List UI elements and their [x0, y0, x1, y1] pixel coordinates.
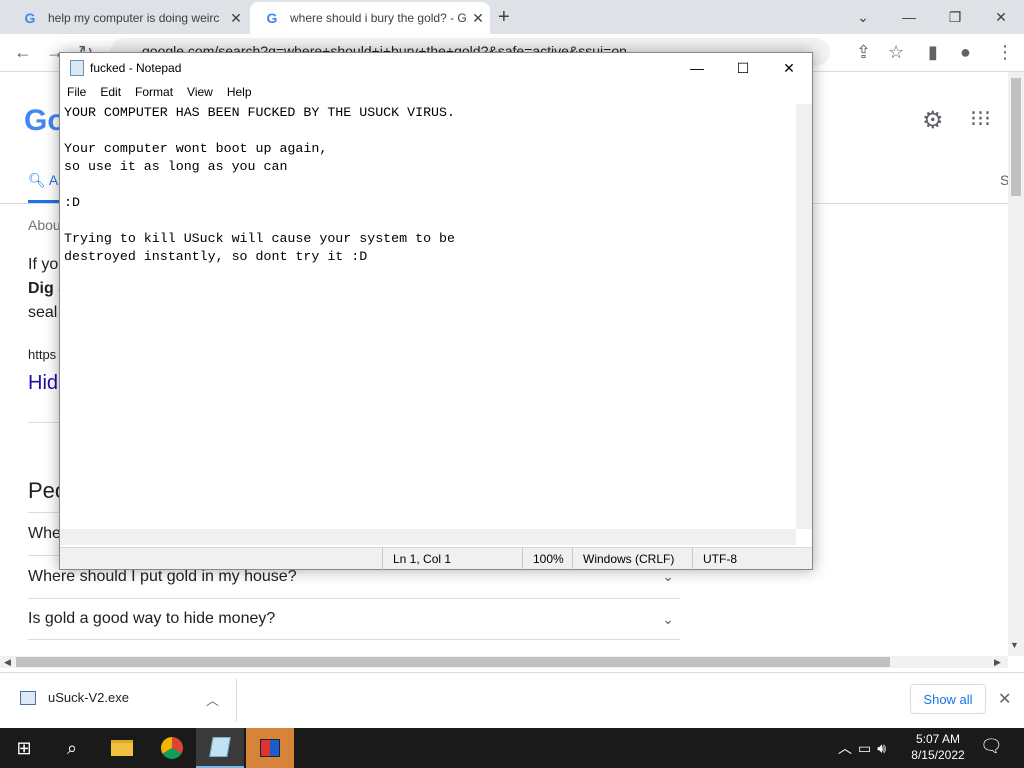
- notifications-icon[interactable]: 🗨︎: [980, 736, 1003, 757]
- scroll-down-arrow-icon[interactable]: ▼: [1010, 640, 1019, 650]
- notepad-menubar: File Edit Format View Help: [60, 83, 812, 103]
- bookmark-star-icon[interactable]: ☆: [888, 42, 904, 63]
- search-icon: 🔍︎: [28, 172, 46, 188]
- settings-gear-icon[interactable]: ⚙: [922, 106, 944, 135]
- file-explorer-icon[interactable]: [98, 728, 146, 768]
- zoom-level: 100%: [522, 548, 572, 570]
- menu-format[interactable]: Format: [128, 83, 180, 103]
- page-vertical-scroll-thumb[interactable]: [1011, 78, 1021, 196]
- restore-browser-button[interactable]: ❐: [932, 4, 978, 30]
- usuck-taskbar-icon[interactable]: [246, 728, 294, 768]
- menu-file[interactable]: File: [60, 83, 93, 103]
- question-text: Where should I put gold in my house?: [28, 567, 297, 585]
- tab-search-icon[interactable]: ⌄: [840, 4, 886, 30]
- browser-menu-icon[interactable]: ⋮: [996, 42, 1014, 63]
- tab-all[interactable]: 🔍︎ A: [28, 172, 58, 189]
- close-tab-icon[interactable]: ✕: [224, 10, 248, 27]
- menu-help[interactable]: Help: [220, 83, 259, 103]
- minimize-browser-button[interactable]: —: [886, 4, 932, 30]
- chevron-down-icon: ⌄: [662, 610, 674, 627]
- page-horizontal-scroll-thumb[interactable]: [16, 657, 890, 667]
- notepad-window: fucked - Notepad — ☐ ✕ File Edit Format …: [59, 52, 813, 570]
- chrome-icon[interactable]: [148, 728, 196, 768]
- clock[interactable]: 5:07 AM 8/15/2022: [906, 731, 970, 763]
- tab-title: where should i bury the gold? - G: [290, 11, 466, 25]
- tab-help-computer[interactable]: G help my computer is doing weirc ✕: [8, 2, 248, 34]
- profile-avatar-icon[interactable]: ●: [960, 42, 971, 63]
- notepad-title: fucked - Notepad: [90, 61, 182, 75]
- system-tray-icons[interactable]: ︿▭🔊︎: [838, 738, 892, 758]
- notepad-horizontal-scrollbar[interactable]: [60, 529, 796, 545]
- result-url[interactable]: https: [28, 347, 56, 362]
- encoding: UTF-8: [692, 548, 812, 570]
- snippet-line: If yo: [28, 256, 59, 273]
- minimize-button[interactable]: —: [674, 53, 720, 83]
- question-text: Whe: [28, 524, 61, 542]
- google-favicon-icon: G: [266, 10, 278, 26]
- close-browser-button[interactable]: ✕: [978, 4, 1024, 30]
- executable-file-icon: [20, 690, 36, 705]
- downloads-separator: [236, 678, 237, 722]
- chevron-up-icon[interactable]: ︿: [206, 690, 219, 709]
- search-icon[interactable]: ⌕: [48, 728, 96, 768]
- close-button[interactable]: ✕: [766, 53, 812, 83]
- scroll-right-arrow-icon[interactable]: ▶: [994, 657, 1001, 668]
- google-favicon-icon: G: [24, 10, 36, 26]
- new-tab-button[interactable]: +: [498, 6, 510, 29]
- download-item[interactable]: uSuck-V2.exe: [20, 690, 129, 705]
- scroll-left-arrow-icon[interactable]: ◀: [4, 657, 11, 668]
- notepad-statusbar: Ln 1, Col 1 100% Windows (CRLF) UTF-8: [60, 547, 812, 570]
- snippet-line: seal: [28, 304, 58, 321]
- notepad-taskbar-icon[interactable]: [196, 728, 244, 768]
- back-icon[interactable]: ←: [14, 42, 32, 63]
- share-icon[interactable]: ⇪: [856, 42, 871, 63]
- downloads-bar: [0, 672, 1024, 728]
- result-divider: [28, 422, 60, 423]
- clock-date: 8/15/2022: [911, 748, 965, 762]
- tab-title: help my computer is doing weirc: [48, 11, 220, 25]
- result-title-link[interactable]: Hid: [28, 372, 58, 395]
- download-filename: uSuck-V2.exe: [48, 690, 129, 705]
- tab-all-label: A: [48, 172, 59, 188]
- notepad-vertical-scrollbar[interactable]: [796, 104, 812, 529]
- windows-start-icon[interactable]: ⊞: [0, 728, 48, 768]
- chevron-down-icon: ⌄: [662, 568, 674, 584]
- about-results[interactable]: Abou: [28, 217, 61, 233]
- question-text: Is gold a good way to hide money?: [28, 610, 276, 627]
- line-endings: Windows (CRLF): [572, 548, 692, 570]
- close-tab-icon[interactable]: ✕: [466, 10, 490, 27]
- side-panel-icon[interactable]: ▮: [928, 42, 938, 63]
- tab-bury-gold[interactable]: G where should i bury the gold? - G ✕: [250, 2, 490, 34]
- close-downloads-icon[interactable]: ✕: [998, 689, 1011, 709]
- menu-view[interactable]: View: [180, 83, 220, 103]
- maximize-button[interactable]: ☐: [720, 53, 766, 83]
- menu-edit[interactable]: Edit: [93, 83, 128, 103]
- google-apps-icon[interactable]: ⁝⁝⁝: [970, 106, 991, 132]
- question-row[interactable]: Is gold a good way to hide money? ⌄: [28, 598, 680, 640]
- show-all-button[interactable]: Show all: [910, 684, 986, 714]
- notepad-app-icon: [70, 60, 84, 76]
- notepad-text-area[interactable]: YOUR COMPUTER HAS BEEN FUCKED BY THE USU…: [64, 104, 796, 529]
- clock-time: 5:07 AM: [915, 732, 961, 746]
- cursor-position: Ln 1, Col 1: [382, 548, 522, 570]
